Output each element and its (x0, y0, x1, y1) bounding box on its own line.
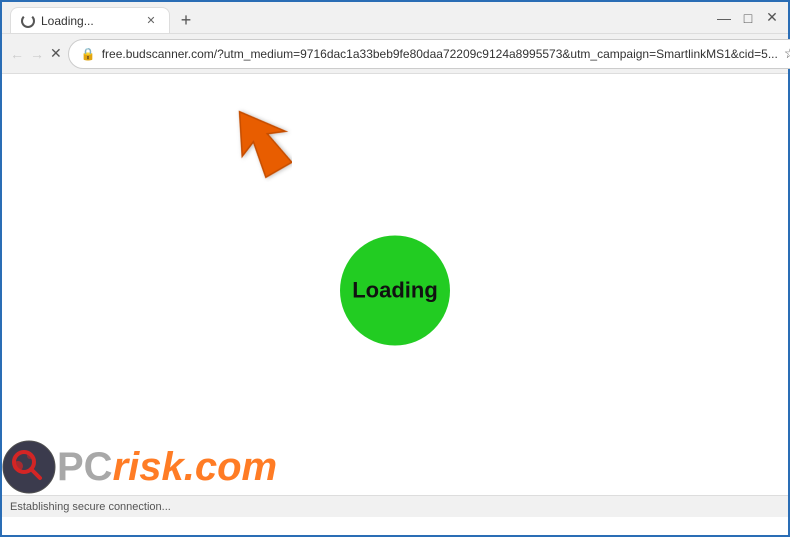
bookmark-icon[interactable]: ☆ (784, 45, 790, 62)
stop-button[interactable]: ✕ (50, 40, 62, 68)
watermark-logo (2, 440, 57, 495)
status-text: Establishing secure connection... (10, 501, 171, 513)
tab-loading-spinner (21, 14, 35, 28)
tab-title: Loading... (41, 14, 94, 28)
statusbar: Establishing secure connection... (2, 495, 788, 517)
new-tab-button[interactable]: + (174, 9, 198, 33)
page-content: Loading PCrisk.com Establishing secure c… (2, 74, 788, 517)
risk-text: risk.com (113, 445, 278, 489)
lock-icon: 🔒 (81, 47, 96, 61)
loading-circle: Loading (340, 235, 450, 345)
arrow-annotation (222, 102, 282, 172)
navbar: ← → ✕ 🔒 free.budscanner.com/?utm_medium=… (2, 34, 788, 74)
active-tab[interactable]: Loading... ✕ (10, 7, 170, 33)
watermark-text: PCrisk.com (57, 445, 277, 490)
tab-close-button[interactable]: ✕ (143, 13, 159, 29)
back-button[interactable]: ← (10, 40, 24, 68)
forward-button[interactable]: → (30, 40, 44, 68)
minimize-button[interactable]: — (716, 10, 732, 26)
titlebar: Loading... ✕ + — □ ✕ (2, 2, 788, 34)
pc-text: PC (57, 445, 113, 489)
address-bar[interactable]: 🔒 free.budscanner.com/?utm_medium=9716da… (68, 39, 790, 69)
window-controls: — □ ✕ (716, 10, 780, 26)
window-close-button[interactable]: ✕ (764, 10, 780, 26)
maximize-button[interactable]: □ (740, 10, 756, 26)
loading-text: Loading (352, 277, 438, 303)
watermark: PCrisk.com (2, 440, 277, 495)
tab-area: Loading... ✕ + (10, 2, 704, 33)
url-text: free.budscanner.com/?utm_medium=9716dac1… (102, 47, 778, 61)
